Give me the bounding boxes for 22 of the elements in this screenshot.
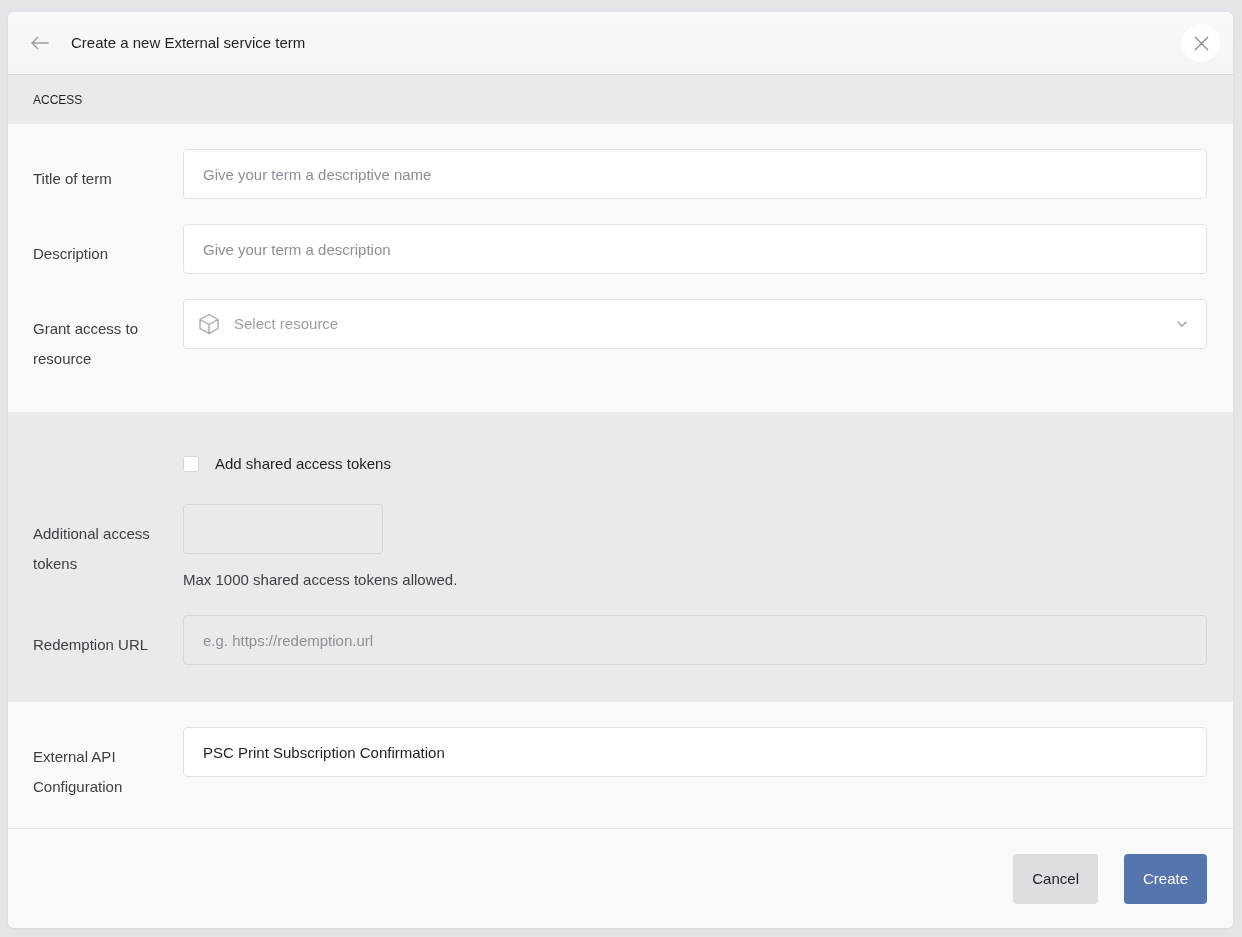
field-label: Description: [33, 244, 110, 264]
chevron-down-icon: [1177, 321, 1187, 327]
input-field[interactable]: PSC Print Subscription Confirmation: [183, 727, 1207, 777]
close-button[interactable]: [1182, 24, 1220, 62]
cube-icon: [198, 313, 220, 335]
field-label: Grant access to resource: [33, 319, 140, 369]
input-field[interactable]: Give your term a description: [183, 224, 1207, 274]
cancel-button[interactable]: Cancel: [1013, 854, 1098, 904]
field-label: Redemption URL: [33, 635, 150, 655]
field-label: External API Configuration: [33, 747, 124, 797]
arrow-left-icon: [31, 36, 49, 50]
checkbox[interactable]: [183, 456, 199, 472]
field-label: Additional access tokens: [33, 524, 151, 574]
close-icon: [1193, 35, 1209, 51]
dialog-title: Create a new External service term: [71, 32, 306, 53]
create-button[interactable]: Create: [1123, 854, 1207, 904]
checkbox-label: Add shared access tokens: [215, 453, 391, 474]
field-label: Title of term: [33, 169, 113, 189]
back-button[interactable]: [31, 36, 49, 50]
input-field[interactable]: Give your term a descriptive name: [183, 149, 1207, 199]
section-heading: ACCESS: [33, 91, 83, 109]
help-text: Max 1000 shared access tokens allowed.: [183, 570, 459, 590]
